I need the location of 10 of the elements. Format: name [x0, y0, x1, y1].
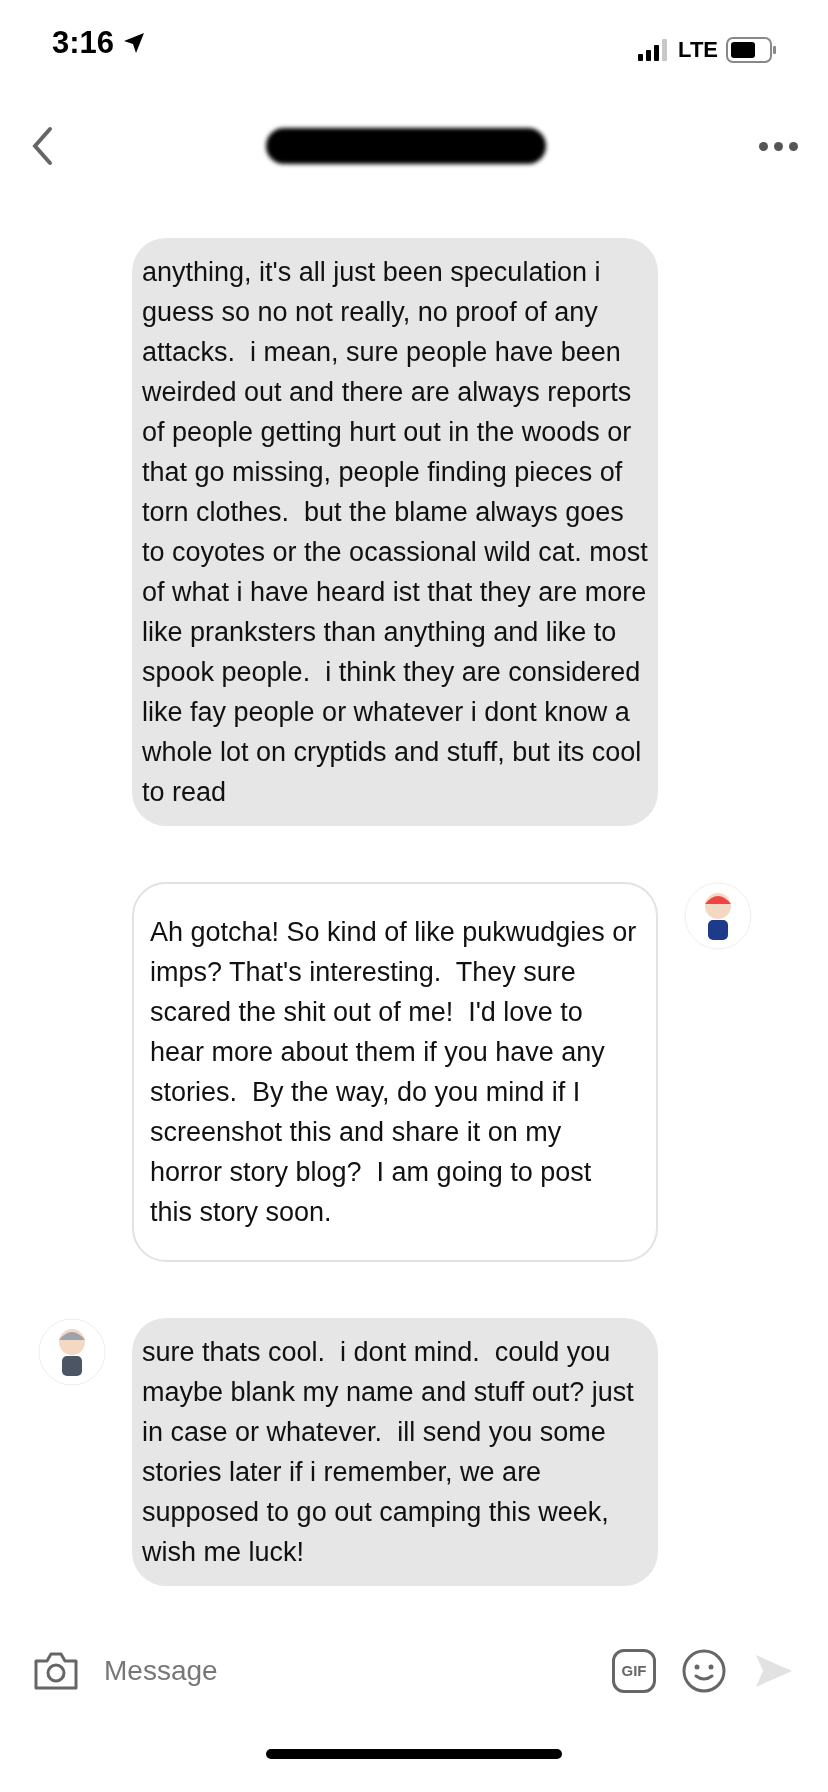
network-label: LTE [678, 36, 718, 64]
emoji-button[interactable] [680, 1647, 728, 1695]
battery-icon [726, 36, 776, 63]
message-input-field[interactable]: Message [104, 1650, 588, 1692]
gif-button[interactable]: GIF [612, 1649, 656, 1693]
clock-time: 3:16 [52, 23, 115, 62]
received-message-bubble: anything, it's all just been speculation i guess so no not really, no proof of any attacks. i mean, sure people have been weirded out and there are always reports of people getting hurt out in the woods or that go missing, people finding pieces of torn clothes. but the blame always goes to coyotes or the ocassional wild cat. most of what i have heard ist that they are more like pranksters than anything and like to spook people. i think they are considered like fay people or whatever i dont know a whole lot on cryptids and stuff, but its cool to read [132, 238, 658, 826]
received-message-bubble: sure thats cool. i dont mind. could you maybe blank my name and stuff out? just in case or whatever. ill send you some stories later if i remember, we are supposed to go out camping this week, wish me luck! [132, 1318, 658, 1586]
sent-message-bubble: Ah gotcha! So kind of like pukwudgies or imps? That's interesting. They sure scared the shit out of me! I'd love to hear more about them if you have any stories. By the way, do you mind if I screenshot this and share it on my horror story blog? I am going to post this story soon. [132, 882, 658, 1262]
location-arrow-icon [122, 30, 147, 55]
